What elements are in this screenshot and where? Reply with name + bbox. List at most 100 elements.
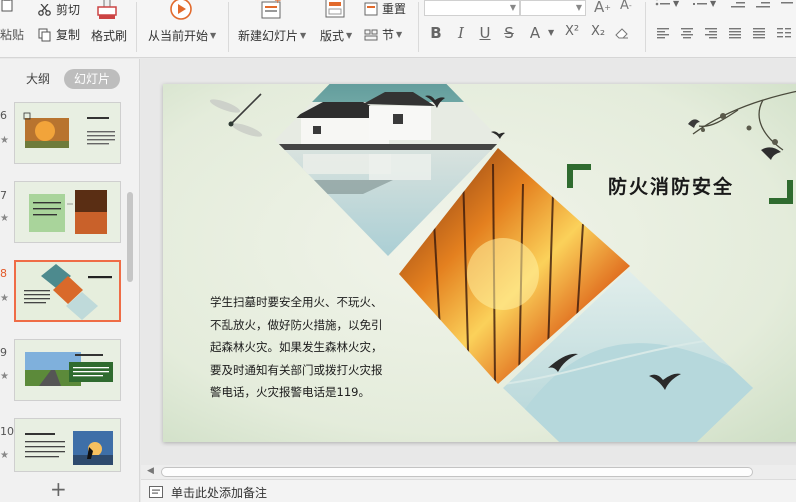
underline-button[interactable]: U: [476, 24, 494, 42]
new-slide-icon: +: [261, 0, 282, 19]
slide-number: 7: [0, 189, 7, 202]
slide-number: 6: [0, 109, 7, 122]
copy-button[interactable]: 复制: [38, 26, 80, 43]
justify-icon: [729, 28, 741, 39]
scrollbar-thumb[interactable]: [161, 467, 753, 477]
scissors-icon: [38, 3, 51, 16]
notes-bar[interactable]: 单击此处添加备注: [141, 479, 796, 502]
line-spacing-button[interactable]: [780, 0, 794, 9]
bullet-list-icon: [655, 0, 670, 6]
new-slide-label: 新建幻灯片 ▼: [238, 27, 306, 44]
font-size-select[interactable]: ▼: [520, 0, 586, 16]
section-button[interactable]: 节 ▼: [364, 26, 402, 43]
format-painter-icon: [97, 0, 117, 19]
notes-icon: [149, 486, 163, 498]
strikethrough-button[interactable]: S: [500, 24, 518, 42]
play-from-current-label: 从当前开始 ▼: [148, 27, 216, 44]
paste-label: 粘贴: [0, 28, 25, 42]
chevron-down-icon[interactable]: ▼: [300, 31, 306, 40]
numbering-button[interactable]: ▼: [692, 0, 716, 9]
slides-panel: 大纲 幻灯片 6 ★ 7 ★ 8 ★ 9 ★ 10 ★ +: [0, 59, 140, 502]
star-icon: ★: [0, 371, 9, 382]
layout-label: 版式 ▼: [320, 27, 352, 44]
slide-number: 9: [0, 346, 7, 359]
font-size-up-button[interactable]: A +: [594, 0, 611, 16]
ribbon-toolbar: 粘贴 剪切 复制 格式刷 从当前开始 ▼ + 新建幻灯片 ▼ 版式 ▼ 重置 节…: [0, 0, 796, 58]
font-name-select[interactable]: ▼: [424, 0, 520, 16]
svg-text:+: +: [274, 0, 282, 6]
decrease-indent-button[interactable]: [730, 0, 746, 9]
distribute-icon: [753, 28, 765, 39]
justify-button[interactable]: [728, 27, 742, 39]
chevron-down-icon: ▼: [575, 3, 582, 12]
copy-label: 复制: [56, 28, 81, 42]
star-icon: ★: [0, 450, 9, 461]
panel-scrollbar[interactable]: [127, 192, 133, 282]
font-size-up-text: A: [594, 0, 605, 16]
arrow-down-icon: -: [628, 1, 632, 10]
tab-slides[interactable]: 幻灯片: [64, 69, 120, 89]
slide-body-text[interactable]: 学生扫墓时要安全用火、不玩火、 不乱放火，做好防火措施，以免引 起森林火灾。如果…: [210, 291, 400, 404]
align-left-button[interactable]: [656, 27, 670, 39]
slide-thumbnail[interactable]: [14, 102, 121, 164]
reset-icon: [364, 2, 378, 15]
indent-icon: [756, 2, 770, 8]
star-icon: ★: [0, 213, 9, 224]
slide-thumbnail[interactable]: [14, 418, 121, 472]
chevron-down-icon[interactable]: ▼: [396, 30, 402, 39]
format-painter-button[interactable]: [96, 0, 118, 21]
play-from-current-button[interactable]: [169, 0, 193, 21]
increase-indent-button[interactable]: [755, 0, 771, 9]
new-slide-text: 新建幻灯片: [238, 29, 299, 43]
clear-format-button[interactable]: [614, 25, 630, 41]
bullets-button[interactable]: ▼: [655, 0, 679, 9]
line-spacing-icon: [781, 2, 793, 4]
new-slide-button[interactable]: +: [259, 0, 283, 21]
slide-thumbnail[interactable]: [14, 260, 121, 322]
slide-canvas[interactable]: 防火消防安全 学生扫墓时要安全用火、不玩火、 不乱放火，做好防火措施，以免引 起…: [163, 84, 796, 442]
align-right-button[interactable]: [704, 27, 718, 39]
slide-thumbnail[interactable]: [14, 181, 121, 243]
add-slide-button[interactable]: +: [50, 479, 67, 499]
layout-text: 版式: [320, 29, 345, 43]
star-icon: ★: [0, 293, 9, 304]
notes-placeholder[interactable]: 单击此处添加备注: [171, 484, 267, 501]
columns-button[interactable]: [776, 27, 792, 39]
superscript-button[interactable]: X²: [560, 24, 584, 39]
chevron-down-icon[interactable]: ▼: [546, 28, 554, 37]
chevron-down-icon[interactable]: ▼: [210, 31, 216, 40]
numbered-list-icon: [693, 3, 707, 5]
italic-button[interactable]: I: [452, 24, 470, 42]
align-center-button[interactable]: [680, 27, 694, 39]
paste-button[interactable]: [0, 0, 14, 12]
columns-icon: [777, 28, 791, 38]
slide-6-preview: [15, 103, 120, 163]
subscript-button[interactable]: X₂: [586, 24, 610, 39]
font-size-down-button[interactable]: A-: [620, 0, 632, 13]
divider: [418, 2, 419, 52]
reset-button[interactable]: 重置: [364, 0, 406, 17]
tab-outline[interactable]: 大纲: [20, 69, 56, 89]
font-color-button[interactable]: A: [526, 24, 544, 42]
slide-title[interactable]: 防火消防安全: [608, 172, 734, 199]
align-left-icon: [657, 28, 669, 39]
layout-button[interactable]: [324, 0, 346, 19]
play-icon: [170, 0, 192, 20]
cut-button[interactable]: 剪切: [38, 1, 80, 18]
slide-thumbnail[interactable]: [14, 339, 121, 401]
divider: [136, 2, 137, 52]
slide-editor: 防火消防安全 学生扫墓时要安全用火、不玩火、 不乱放火，做好防火措施，以免引 起…: [141, 59, 796, 465]
chevron-down-icon[interactable]: ▼: [346, 31, 352, 40]
play-from-current-text: 从当前开始: [148, 29, 209, 43]
divider: [228, 2, 229, 52]
font-color-text: A: [529, 24, 541, 42]
slide-7-preview: [15, 182, 120, 242]
horizontal-scrollbar[interactable]: ◀: [141, 465, 796, 479]
distribute-button[interactable]: [752, 27, 766, 39]
format-painter-label: 格式刷: [91, 29, 128, 43]
eraser-icon: [615, 28, 628, 39]
bold-button[interactable]: B: [427, 24, 445, 42]
scroll-left-icon[interactable]: ◀: [147, 466, 154, 476]
cut-label: 剪切: [56, 3, 81, 17]
copy-icon: [38, 28, 51, 41]
